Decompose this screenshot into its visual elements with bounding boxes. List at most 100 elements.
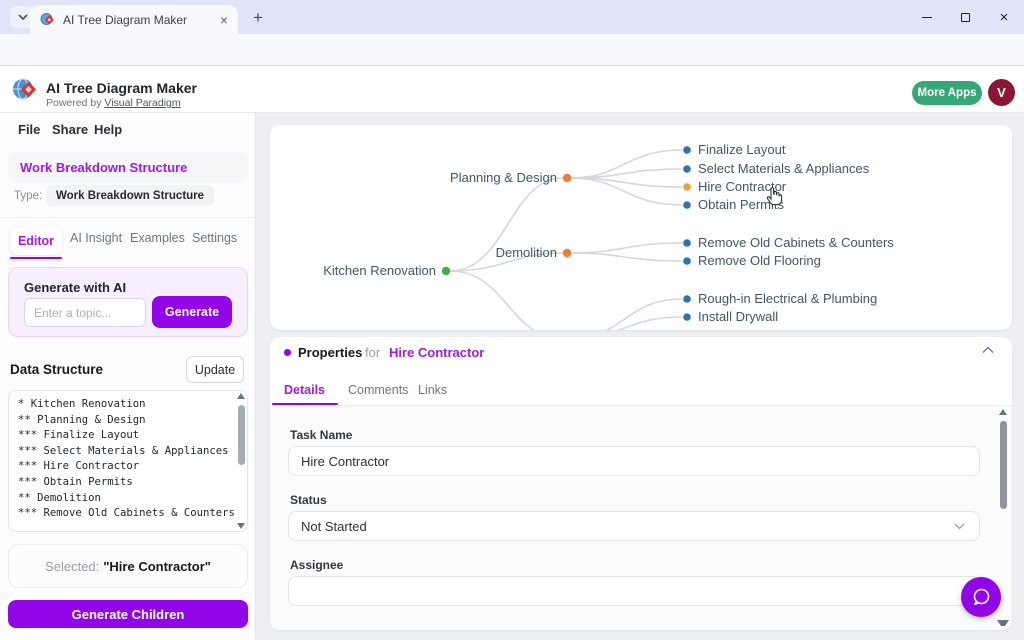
type-value: Work Breakdown Structure: [46, 185, 214, 206]
tab-title: AI Tree Diagram Maker: [63, 13, 212, 27]
node-dot[interactable]: [683, 165, 691, 173]
new-tab-button[interactable]: +: [248, 8, 268, 28]
assignee-input[interactable]: [288, 576, 980, 606]
node-install-drywall[interactable]: Install Drywall: [683, 309, 778, 324]
scroll-down-icon[interactable]: [997, 620, 1009, 626]
node-label[interactable]: Planning & Design: [450, 170, 557, 185]
node-dot[interactable]: [442, 267, 450, 275]
node-finalize-layout[interactable]: Finalize Layout: [683, 142, 786, 157]
minimize-icon: [922, 17, 932, 18]
node-label[interactable]: Hire Contractor: [698, 179, 787, 194]
node-label[interactable]: Remove Old Flooring: [698, 253, 821, 268]
app-title: AI Tree Diagram Maker: [46, 80, 197, 96]
chevron-down-icon: [18, 14, 28, 20]
data-structure-scrollbar[interactable]: [235, 393, 247, 531]
node-select-materials[interactable]: Select Materials & Appliances: [683, 161, 870, 176]
topic-input[interactable]: [24, 298, 146, 327]
sidebar-divider: [0, 217, 256, 218]
visual-paradigm-logo: [12, 76, 39, 103]
update-button[interactable]: Update: [186, 356, 244, 383]
powered-by: Powered by Visual Paradigm: [46, 97, 181, 109]
node-label[interactable]: Demolition: [496, 245, 557, 260]
node-remove-flooring[interactable]: Remove Old Flooring: [683, 253, 821, 268]
properties-panel: Properties for Hire Contractor Details C…: [270, 337, 1012, 630]
generate-button[interactable]: Generate: [152, 296, 232, 328]
node-remove-cabinets[interactable]: Remove Old Cabinets & Counters: [683, 235, 894, 250]
assignee-label: Assignee: [290, 558, 343, 572]
tree-diagram: Kitchen Renovation Planning & Design Dem…: [270, 125, 1012, 330]
status-select[interactable]: Not Started: [288, 511, 980, 541]
more-apps-button[interactable]: More Apps: [912, 81, 982, 105]
node-label[interactable]: Rough-in Electrical & Plumbing: [698, 291, 877, 306]
tab-comments[interactable]: Comments: [348, 383, 408, 397]
node-label[interactable]: Remove Old Cabinets & Counters: [698, 235, 894, 250]
window-maximize-button[interactable]: [956, 8, 974, 26]
scrollbar-thumb[interactable]: [238, 405, 245, 465]
properties-form: Task Name Status Not Started Assignee: [270, 406, 1012, 630]
node-label[interactable]: Install Drywall: [698, 309, 778, 324]
node-label[interactable]: Kitchen Renovation: [323, 263, 436, 278]
node-dot[interactable]: [683, 313, 691, 321]
generate-panel-title: Generate with AI: [24, 280, 126, 295]
node-rough-in[interactable]: Rough-in Electrical & Plumbing: [683, 291, 877, 306]
user-avatar[interactable]: V: [988, 79, 1015, 106]
node-dot[interactable]: [683, 239, 691, 247]
type-label: Type:: [14, 190, 42, 202]
properties-for-label: for: [365, 345, 380, 360]
node-label[interactable]: Finalize Layout: [698, 142, 786, 157]
visual-paradigm-link[interactable]: Visual Paradigm: [104, 97, 180, 109]
tree-nodes: Kitchen Renovation Planning & Design Dem…: [323, 142, 894, 324]
chat-button[interactable]: [961, 577, 1001, 617]
data-structure-editor[interactable]: * Kitchen Renovation ** Planning & Desig…: [8, 390, 248, 532]
node-planning-design[interactable]: Planning & Design: [450, 170, 571, 185]
browser-tabstrip: AI Tree Diagram Maker × + ×: [0, 0, 1024, 34]
tab-close-icon[interactable]: ×: [220, 13, 228, 27]
scroll-up-icon[interactable]: [999, 409, 1007, 415]
tab-settings[interactable]: Settings: [192, 231, 237, 245]
data-structure-title: Data Structure: [10, 362, 103, 377]
window-close-button[interactable]: ×: [995, 8, 1013, 26]
chevron-down-icon: [954, 523, 965, 530]
tab-details[interactable]: Details: [284, 383, 325, 397]
maximize-icon: [961, 13, 970, 22]
node-label[interactable]: Obtain Permits: [698, 197, 784, 212]
tab-links[interactable]: Links: [418, 383, 447, 397]
collapse-chevron-icon[interactable]: [982, 346, 994, 354]
chat-bubble-icon: [970, 586, 992, 608]
properties-target: Hire Contractor: [389, 345, 484, 360]
generate-children-button[interactable]: Generate Children: [8, 600, 248, 628]
scroll-down-icon[interactable]: [237, 523, 245, 529]
favicon: [40, 12, 55, 27]
menu-help[interactable]: Help: [94, 122, 122, 137]
node-dot[interactable]: [563, 249, 571, 257]
window-minimize-button[interactable]: [918, 8, 936, 26]
selected-value: "Hire Contractor": [103, 559, 211, 574]
node-dot[interactable]: [683, 183, 691, 191]
tab-ai-insight[interactable]: AI Insight: [70, 231, 122, 245]
node-dot[interactable]: [683, 146, 691, 154]
node-dot[interactable]: [563, 174, 571, 182]
task-name-input[interactable]: [288, 446, 980, 476]
status-label: Status: [290, 493, 327, 507]
powered-by-prefix: Powered by: [46, 97, 104, 109]
node-dot[interactable]: [683, 201, 691, 209]
document-title-box[interactable]: Work Breakdown Structure: [8, 152, 248, 183]
browser-tab[interactable]: AI Tree Diagram Maker ×: [30, 5, 238, 34]
diagram-canvas[interactable]: Kitchen Renovation Planning & Design Dem…: [270, 125, 1012, 330]
tab-examples[interactable]: Examples: [130, 231, 185, 245]
menu-share[interactable]: Share: [52, 122, 88, 137]
menu-file[interactable]: File: [18, 122, 40, 137]
status-value: Not Started: [301, 519, 367, 534]
data-structure-text[interactable]: * Kitchen Renovation ** Planning & Desig…: [18, 397, 236, 522]
node-obtain-permits[interactable]: Obtain Permits: [683, 197, 784, 212]
tab-editor-underline: [10, 257, 62, 259]
scroll-up-icon[interactable]: [237, 393, 245, 399]
node-label[interactable]: Select Materials & Appliances: [698, 161, 870, 176]
tab-editor[interactable]: Editor: [10, 227, 62, 255]
node-hire-contractor[interactable]: Hire Contractor: [683, 179, 787, 194]
scrollbar-thumb[interactable]: [1000, 421, 1007, 509]
node-dot[interactable]: [683, 295, 691, 303]
task-name-label: Task Name: [290, 428, 352, 442]
node-dot[interactable]: [683, 257, 691, 265]
node-kitchen-renovation[interactable]: Kitchen Renovation: [323, 263, 450, 278]
